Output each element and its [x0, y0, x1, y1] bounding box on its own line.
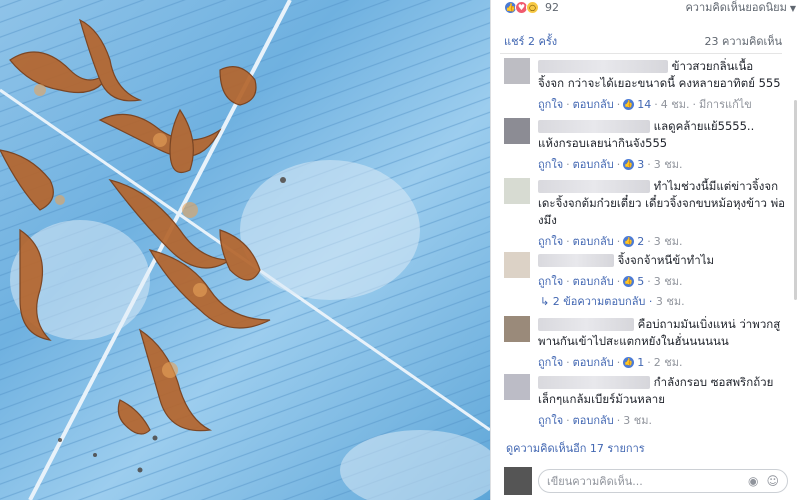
reply-link[interactable]: ตอบกลับ: [573, 95, 614, 113]
like-icon: 👍: [623, 158, 635, 170]
view-more-comments-link[interactable]: ดูความคิดเห็นอีก 17 รายการ: [506, 439, 645, 457]
avatar[interactable]: [504, 467, 532, 495]
commenter-name[interactable]: [538, 180, 650, 193]
post-photo[interactable]: [0, 0, 490, 500]
reply-link[interactable]: ตอบกลับ: [573, 272, 614, 290]
like-link[interactable]: ถูกใจ: [538, 411, 563, 429]
comment-text: แลดูคล้ายแย้5555..: [653, 119, 755, 133]
like-count[interactable]: 2: [637, 235, 644, 248]
like-icon: 👍: [623, 235, 635, 247]
comment-text: เล็กๆแกล้มเบียร์ม้วนหลาย: [538, 392, 665, 406]
like-link[interactable]: ถูกใจ: [538, 353, 563, 371]
comment-item: จิ้งจกจ้าหนีข้าทำไม ถูกใจ · ตอบกลับ · 👍 …: [504, 252, 790, 290]
timestamp[interactable]: 3 ชม.: [623, 411, 652, 429]
comment-text: กำลังกรอบ ซอสพริกถ้วย: [653, 375, 774, 389]
comment-item: กำลังกรอบ ซอสพริกถ้วย เล็กๆแกล้มเบียร์ม้…: [504, 374, 790, 429]
view-replies-link[interactable]: ↳ 2 ข้อความตอบกลับ · 3 ชม.: [540, 292, 685, 310]
comment-text: งมึง: [538, 213, 557, 227]
reply-link[interactable]: ตอบกลับ: [573, 353, 614, 371]
like-icon: 👍: [623, 98, 635, 110]
comment-text: จิ้งจกจ้าหนีข้าทำไม: [617, 253, 715, 267]
avatar[interactable]: [504, 58, 530, 84]
comment-text: จิ้งจก กว่าจะได้เยอะขนาดนี้ คงหลายอาทิตย…: [538, 76, 781, 90]
comment-input-placeholder: เขียนความคิดเห็น...: [547, 475, 643, 488]
wow-icon: ○: [526, 0, 539, 14]
commenter-name[interactable]: [538, 120, 650, 133]
avatar[interactable]: [504, 316, 530, 342]
timestamp[interactable]: 3 ชม.: [654, 232, 683, 250]
comment-item: ข้าวสวยกลิ่นเนื้อ จิ้งจก กว่าจะได้เยอะขน…: [504, 58, 790, 113]
avatar[interactable]: [504, 178, 530, 204]
like-link[interactable]: ถูกใจ: [538, 272, 563, 290]
comment-sort-dropdown[interactable]: ความคิดเห็นยอดนิยม ▼: [685, 0, 796, 16]
commenter-name[interactable]: [538, 60, 668, 73]
commenter-name[interactable]: [538, 318, 634, 331]
chevron-down-icon: ▼: [789, 4, 796, 13]
comment-text: เดะจิ้งจกต้มก๋วยเตี๋ยว เดี๋ยวจิ้งจกขบหม้…: [538, 196, 786, 210]
divider: [500, 53, 782, 54]
share-count[interactable]: แชร์ 2 ครั้ง: [504, 32, 557, 50]
camera-icon[interactable]: ◉: [748, 474, 758, 488]
avatar[interactable]: [504, 252, 530, 278]
like-count[interactable]: 5: [637, 275, 644, 288]
timestamp[interactable]: 3 ชม.: [654, 155, 683, 173]
edited-label[interactable]: มีการแก้ไข: [699, 95, 752, 113]
timestamp[interactable]: 3 ชม.: [654, 272, 683, 290]
comment-text: แห้งกรอบเลยน่ากินจัง555: [538, 136, 668, 150]
comment-text: คือบ่ถามมันเบิ่งแหน่ ว่าพวกสู: [637, 317, 781, 331]
like-link[interactable]: ถูกใจ: [538, 95, 563, 113]
post-stats: แชร์ 2 ครั้ง 23 ความคิดเห็น: [504, 32, 782, 50]
reply-arrow-icon: ↳: [540, 295, 550, 308]
like-count[interactable]: 14: [637, 98, 651, 111]
comment-text: พานกันเข้าไปสะแตกหยังในฮั่นนนนนน: [538, 334, 729, 348]
comment-text: ทำไมช่วงนี้มีแต่ข่าวจิ้งจก: [653, 179, 779, 193]
reaction-bar[interactable]: 👍 ♥ ○ 92 ความคิดเห็นยอดนิยม ▼: [504, 0, 796, 14]
commenter-name[interactable]: [538, 254, 614, 267]
like-icon: 👍: [623, 356, 635, 368]
comment-item: คือบ่ถามมันเบิ่งแหน่ ว่าพวกสู พานกันเข้า…: [504, 316, 790, 371]
emoji-icon[interactable]: ☺: [766, 474, 779, 488]
reply-link[interactable]: ตอบกลับ: [573, 155, 614, 173]
avatar[interactable]: [504, 118, 530, 144]
comment-sort-label: ความคิดเห็นยอดนิยม: [685, 1, 787, 14]
comment-item: ทำไมช่วงนี้มีแต่ข่าวจิ้งจก เดะจิ้งจกต้มก…: [504, 178, 790, 250]
reply-link[interactable]: ตอบกลับ: [573, 232, 614, 250]
like-link[interactable]: ถูกใจ: [538, 232, 563, 250]
avatar[interactable]: [504, 374, 530, 400]
timestamp[interactable]: 4 ชม.: [661, 95, 690, 113]
like-count[interactable]: 3: [637, 158, 644, 171]
like-link[interactable]: ถูกใจ: [538, 155, 563, 173]
comment-count[interactable]: 23 ความคิดเห็น: [705, 32, 783, 50]
reply-link[interactable]: ตอบกลับ: [573, 411, 614, 429]
timestamp[interactable]: 2 ชม.: [654, 353, 683, 371]
timestamp[interactable]: 3 ชม.: [656, 295, 685, 308]
comment-input[interactable]: เขียนความคิดเห็น... ◉ ☺: [538, 469, 788, 493]
like-count[interactable]: 1: [637, 356, 644, 369]
scrollbar[interactable]: [794, 100, 797, 300]
comment-item: แลดูคล้ายแย้5555.. แห้งกรอบเลยน่ากินจัง5…: [504, 118, 790, 173]
replies-label[interactable]: 2 ข้อความตอบกลับ: [553, 295, 646, 308]
reaction-count[interactable]: 92: [545, 1, 559, 14]
commenter-name[interactable]: [538, 376, 650, 389]
comment-text: ข้าวสวยกลิ่นเนื้อ: [671, 59, 754, 73]
like-icon: 👍: [623, 275, 635, 287]
